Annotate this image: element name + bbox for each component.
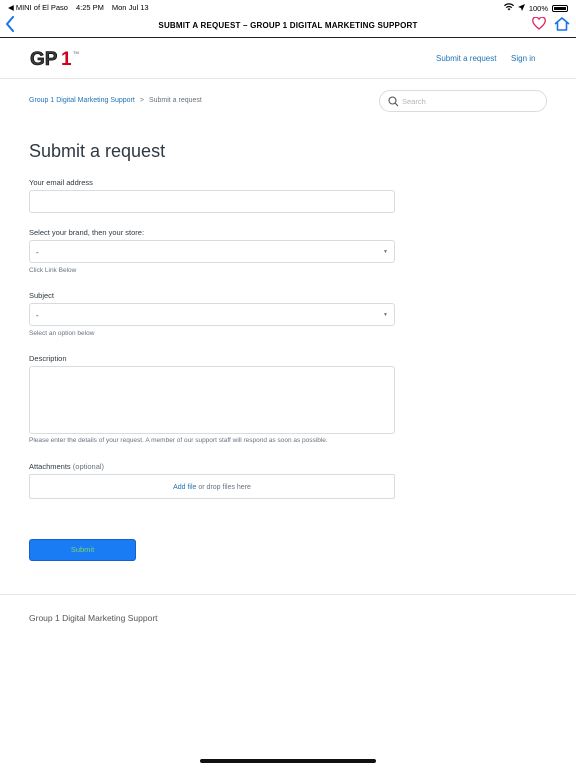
gp1-logo[interactable]: GP 1 TM [30,47,80,71]
breadcrumb: Group 1 Digital Marketing Support > Subm… [29,97,202,104]
battery-icon [552,4,568,12]
footer-text[interactable]: Group 1 Digital Marketing Support [29,613,158,623]
footer-divider [0,594,576,595]
submit-request-link[interactable]: Submit a request [436,54,496,63]
search-icon [388,96,399,107]
email-field[interactable] [30,191,394,212]
search-input[interactable] [402,94,542,108]
caret-down-icon: ▼ [383,249,388,255]
drop-files-text: or drop files here [198,484,251,491]
location-icon [517,3,525,13]
attachment-dropzone[interactable]: Add file or drop files here [29,474,395,499]
subject-hint: Select an option below [29,330,95,337]
add-file-link[interactable]: Add file [173,484,196,491]
breadcrumb-separator: > [139,97,144,104]
attachments-label: Attachments (optional) [29,462,104,471]
page-title: Submit a request [29,141,166,161]
home-indicator[interactable] [200,759,376,763]
battery-percent: 100% [528,3,548,13]
home-button[interactable] [554,17,570,36]
site-header: GP 1 TM Submit a request Sign in [0,39,576,79]
email-field-wrapper [29,190,395,213]
svg-text:TM: TM [73,50,79,55]
status-time: 4:25 PM [75,3,104,12]
carrier-label[interactable]: ◀ MINI of El Paso [8,3,68,12]
breadcrumb-item-home[interactable]: Group 1 Digital Marketing Support [29,97,135,104]
heart-icon [532,16,546,30]
description-hint: Please enter the details of your request… [29,437,328,444]
attachments-label-text: Attachments [29,462,71,471]
status-date: Mon Jul 13 [111,3,149,12]
subject-label: Subject [29,291,55,300]
submit-button[interactable]: Submit [29,539,136,561]
subject-select-value: - [36,311,39,320]
svg-text:1: 1 [61,49,72,69]
caret-down-icon: ▼ [383,312,388,318]
brand-select[interactable]: - ▼ [29,240,395,263]
breadcrumb-item-current: Submit a request [148,97,202,104]
sign-in-link[interactable]: Sign in [511,54,535,63]
description-label: Description [29,354,67,363]
nav-title: SUBMIT A REQUEST – GROUP 1 DIGITAL MARKE… [158,21,418,30]
app-nav-bar: SUBMIT A REQUEST – GROUP 1 DIGITAL MARKE… [0,14,576,38]
svg-text:GP: GP [30,49,58,69]
search-box[interactable] [379,90,547,112]
subject-select[interactable]: - ▼ [29,303,395,326]
brand-select-value: - [36,248,39,257]
attachments-optional: (optional) [72,462,105,471]
description-textarea[interactable] [29,366,395,434]
brand-label: Select your brand, then your store: [29,228,145,237]
brand-hint: Click Link Below [29,267,77,274]
wifi-icon [503,3,514,13]
favorite-button[interactable] [532,16,546,35]
home-icon [554,17,570,31]
email-label: Your email address [29,178,93,187]
status-bar: ◀ MINI of El Paso 4:25 PM Mon Jul 13 100… [0,0,576,14]
